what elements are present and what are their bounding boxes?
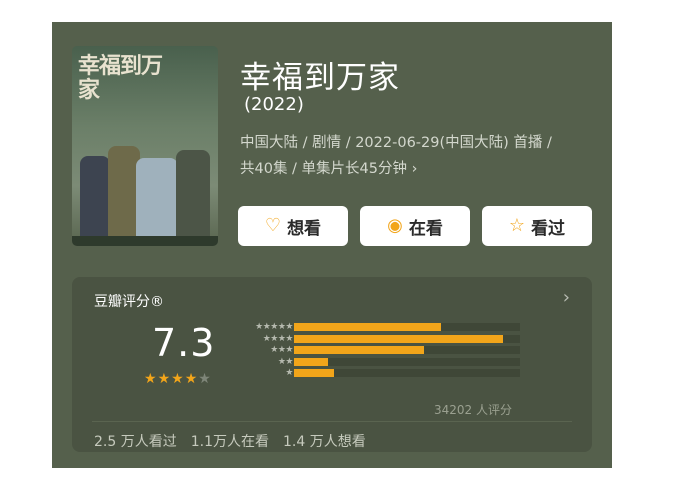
heart-plus-icon: ♡ [264, 215, 282, 236]
distribution-track [294, 369, 520, 377]
meta-line-1: 中国大陆 / 剧情 / 2022-06-29(中国大陆) 首播 / [240, 135, 552, 151]
distribution-row: ★ [236, 368, 526, 380]
distribution-track [294, 346, 520, 354]
target-icon: ◉ [387, 215, 403, 236]
watched-button[interactable]: ☆ 看过 [482, 206, 592, 246]
distribution-track [294, 334, 520, 343]
distribution-stars: ★★ [277, 356, 294, 367]
distribution-bar [294, 369, 334, 377]
movie-meta[interactable]: 中国大陆 / 剧情 / 2022-06-29(中国大陆) 首播 / 共40集 /… [240, 130, 596, 182]
button-label: 在看 [408, 218, 443, 239]
rating-score: 7.3 [152, 321, 216, 365]
star-icon: ★ [157, 371, 172, 387]
button-label: 看过 [531, 218, 566, 239]
star-icon: ★ [184, 371, 199, 387]
distribution-track [294, 323, 520, 331]
poster-title: 幸福到万家 [78, 53, 163, 103]
divider [92, 421, 572, 422]
distribution-stars: ★★★★★ [255, 322, 293, 332]
rating-panel[interactable]: 豆瓣评分® › 7.3 ★★★★★ ★★★★★ ★★★★ ★★★ ★★ ★ 34202 … [72, 277, 592, 452]
watching-button[interactable]: ◉ 在看 [360, 206, 470, 246]
meta-line-2: 共40集 / 单集片长45分钟 [240, 161, 408, 177]
watch-stats: 2.5 万人看过 1.1万人在看 1.4 万人想看 [94, 431, 366, 451]
star-icon: ★ [171, 371, 185, 387]
chevron-right-icon[interactable]: › [563, 287, 570, 308]
star-icon: ★ [144, 371, 158, 387]
rating-count: 34202 人评分 [434, 403, 512, 417]
poster-figure [80, 156, 110, 246]
distribution-bar [294, 357, 328, 366]
poster-figure [176, 150, 210, 246]
poster-figure [136, 158, 178, 246]
rating-stars: ★★★★★ [144, 371, 212, 387]
distribution-stars: ★★★ [270, 345, 293, 355]
star-outline-icon: ☆ [508, 215, 526, 236]
distribution-row: ★★★ [236, 345, 526, 357]
stat-want: 1.4 万人想看 [282, 434, 366, 450]
button-label: 想看 [287, 218, 322, 239]
distribution-row: ★★ [236, 357, 526, 369]
chevron-right-icon: › [411, 161, 418, 177]
distribution-bar [294, 334, 504, 343]
movie-title: 幸福到万家 [240, 60, 400, 96]
star-icon: ★ [198, 371, 212, 387]
distribution-row: ★★★★★ [236, 322, 526, 334]
distribution-track [294, 357, 520, 366]
distribution-row: ★★★★ [236, 334, 526, 346]
movie-card: 幸福到万家 幸福到万家 (2022) 中国大陆 / 剧情 / 2022-06-2… [52, 22, 612, 468]
stat-watched: 2.5 万人看过 [94, 434, 177, 450]
movie-year: (2022) [244, 94, 304, 115]
rating-distribution: ★★★★★ ★★★★ ★★★ ★★ ★ [236, 322, 526, 380]
want-to-watch-button[interactable]: ♡ 想看 [238, 206, 348, 246]
rating-label: 豆瓣评分® [94, 294, 164, 310]
movie-poster[interactable]: 幸福到万家 [72, 46, 218, 246]
distribution-stars: ★★★★ [262, 333, 294, 344]
poster-ground [72, 236, 218, 246]
distribution-stars: ★ [285, 368, 293, 378]
distribution-bar [294, 346, 424, 354]
stat-watching: 1.1万人在看 [190, 434, 269, 450]
distribution-bar [294, 323, 441, 331]
